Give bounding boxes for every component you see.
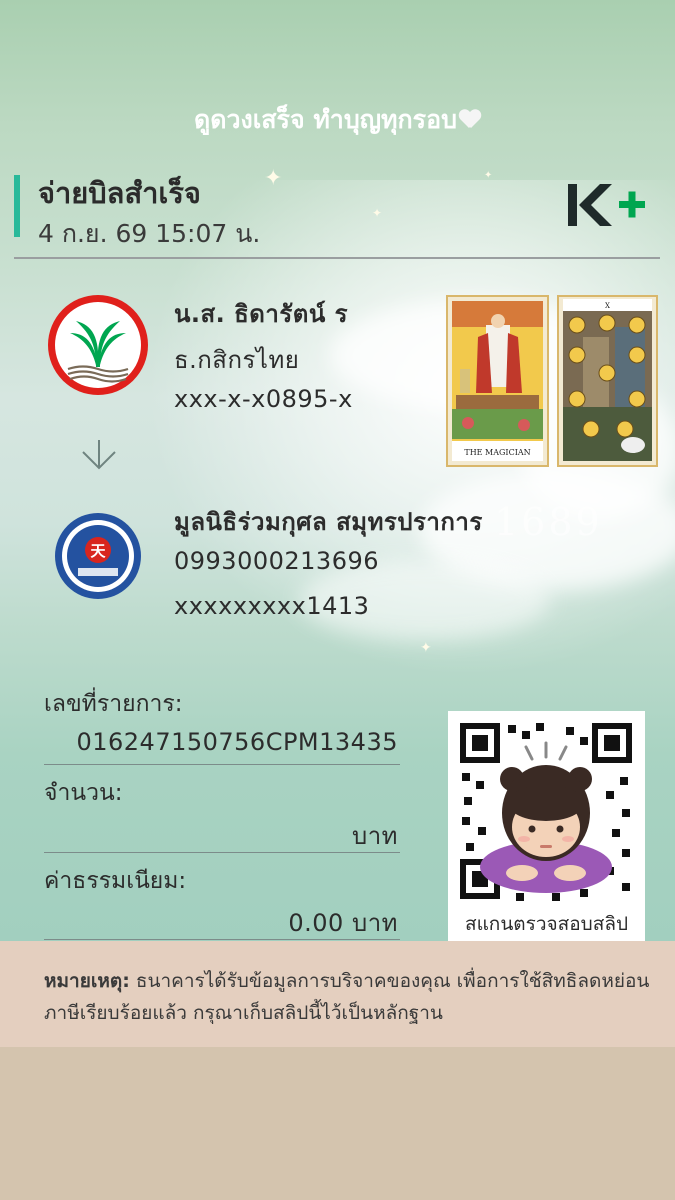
year-watermark: 1689 [494,500,603,544]
svg-text:天: 天 [90,542,106,560]
title-accent-bar [14,175,20,237]
caption-text: ดูดวงเสร็จ ทำบุญทุกรอบ [194,105,457,134]
story-caption: ดูดวงเสร็จ ทำบุญทุกรอบ [0,100,675,140]
tarot-card-2-label: X [605,302,610,310]
tarot-card-1-label: THE MAGICIAN [464,448,530,457]
magician-card-art-icon: THE MAGICIAN [452,301,543,461]
transaction-datetime: 4 ก.ย. 69 15:07 น. [38,219,261,248]
sender-name: น.ส. ธิดารัตน์ ร [174,300,348,328]
receiver-biller-id: 0993000213696 [174,547,380,575]
detail-divider [44,939,400,940]
tarot-card-pentacles: X [557,295,658,467]
page-title: จ่ายบิลสำเร็จ [38,176,201,210]
payment-slip: ✦ ✦ ✦ ✦ ✦ ดูดวงเสร็จ ทำบุญทุกรอบ จ่ายบิล… [0,0,675,1047]
foundation-seal-logo-icon: 天 [55,513,141,599]
qr-caption: สแกนตรวจสอบสลิป [464,913,629,935]
ref-value: 016247150756CPM13435 [76,728,398,756]
ten-of-pentacles-card-art-icon: X [563,299,652,461]
sparkle-icon: ✦ [484,170,493,181]
kasikorn-bank-logo-icon [48,295,148,395]
arrow-down-icon [82,440,116,470]
note-box: หมายเหตุ: ธนาคารได้รับข้อมูลการบริจาคของ… [0,941,675,1047]
detail-divider [44,764,400,765]
amount-label: จำนวน: [44,780,123,806]
sparkle-icon: ✦ [420,640,432,656]
receiver-name: มูลนิธิร่วมกุศล สมุทรปราการ [174,508,483,536]
tarot-card-magician: THE MAGICIAN [446,295,549,467]
kplus-logo-icon [568,184,645,226]
fee-label: ค่าธรรมเนียม: [44,868,187,894]
sparkle-icon: ✦ [372,206,383,220]
sparkle-icon: ✦ [264,166,283,191]
sender-bank: ธ.กสิกรไทย [174,346,300,374]
amount-value: บาท [351,822,398,850]
qr-code-icon[interactable] [456,717,636,905]
white-heart-icon [459,110,481,130]
ref-label: เลขที่รายการ: [44,691,183,717]
fee-value: 0.00 บาท [288,909,398,937]
sender-account: xxx-x-x0895-x [174,385,353,413]
qr-verify-box[interactable]: สแกนตรวจสอบสลิป [448,711,645,941]
receiver-reference: xxxxxxxxx1413 [174,592,370,620]
note-text: ธนาคารได้รับข้อมูลการบริจาคของคุณ เพื่อก… [44,970,650,1024]
header-divider [14,257,660,259]
note-label: หมายเหตุ: [44,970,130,992]
detail-divider [44,852,400,853]
